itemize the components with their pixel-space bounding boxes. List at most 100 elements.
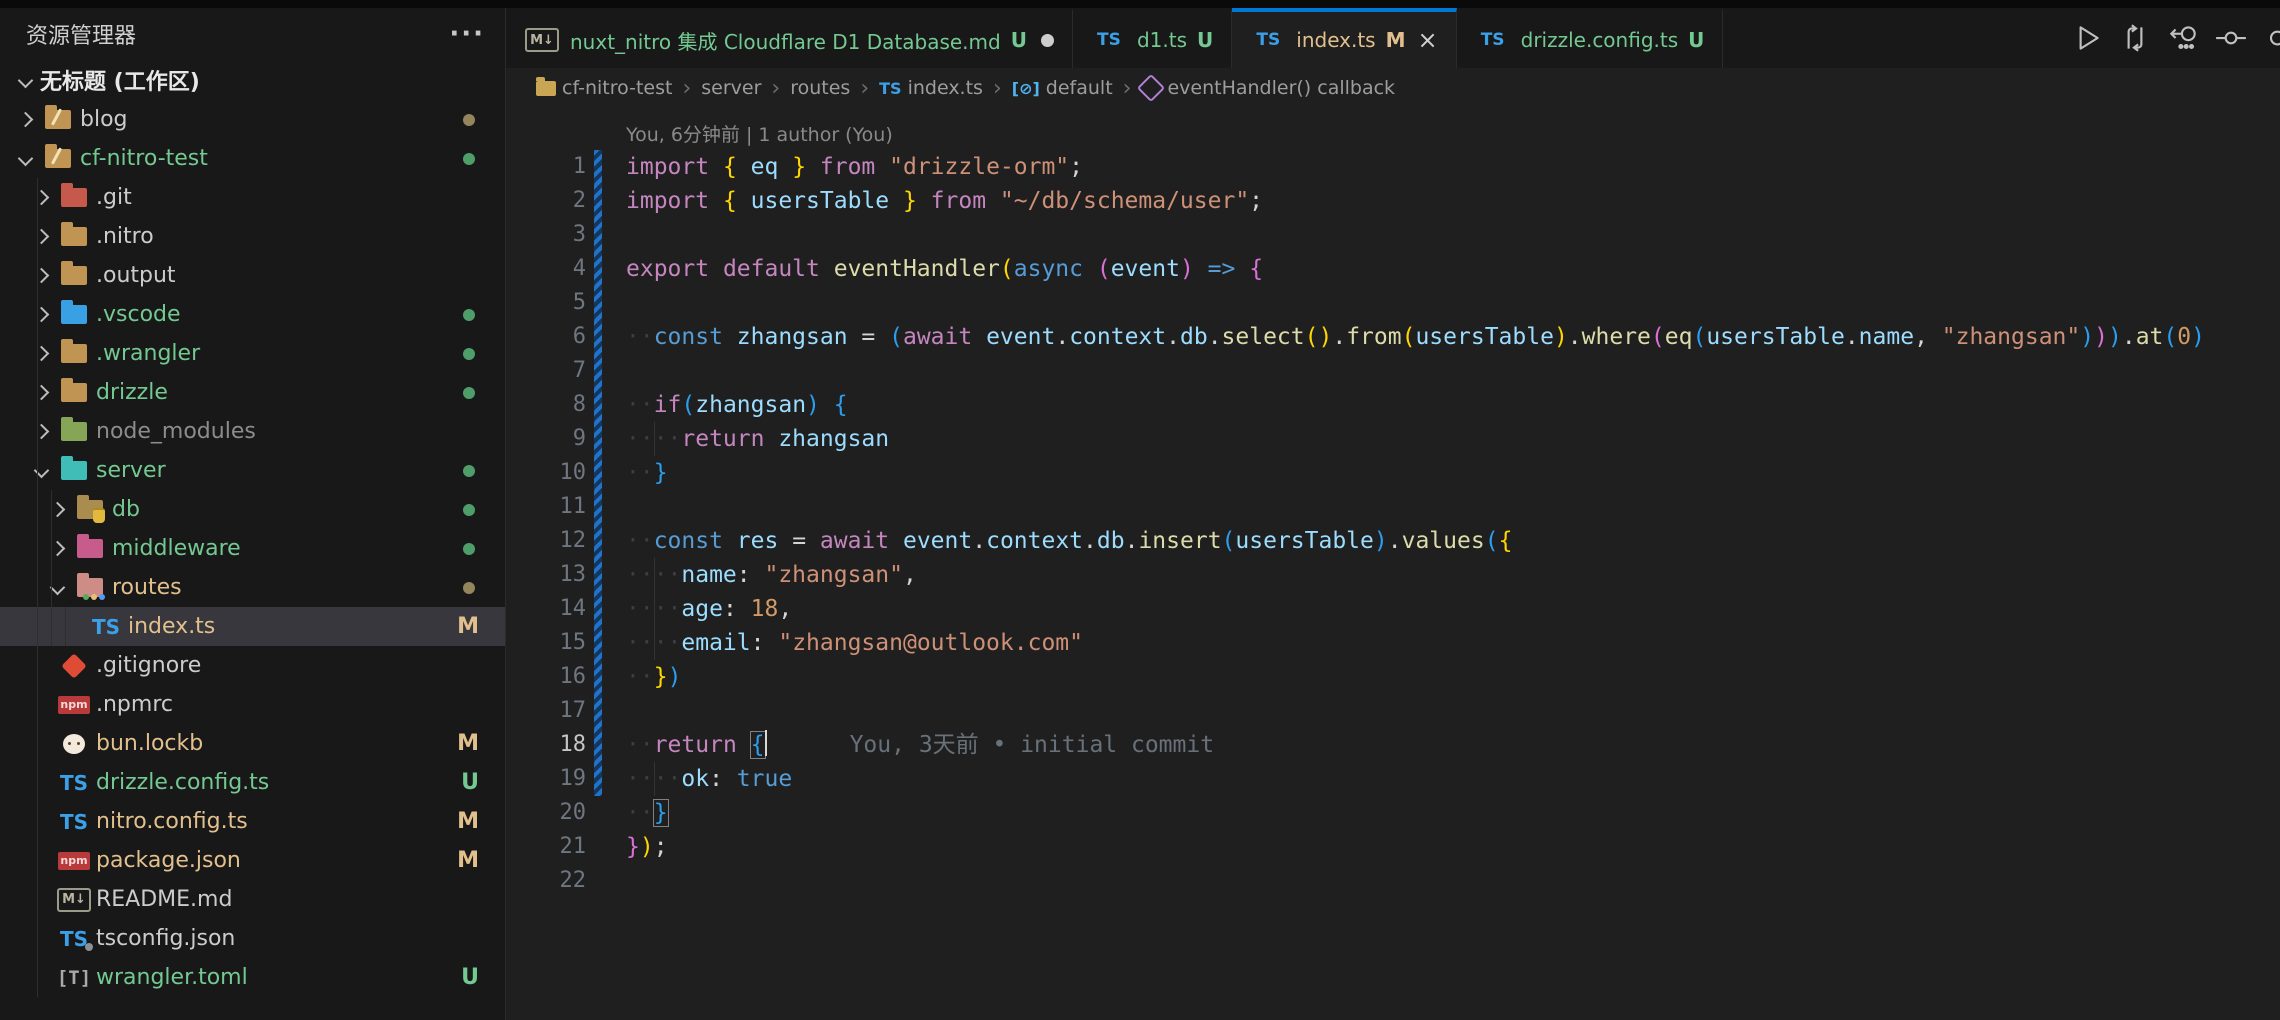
tree-item-label: blog xyxy=(80,107,463,132)
toml-icon: [T] xyxy=(56,967,92,989)
code-line[interactable]: 18··return { You, 3天前 • initial commit xyxy=(506,728,2280,762)
chevron-down-icon xyxy=(10,75,40,86)
tab-label: drizzle.config.ts xyxy=(1521,28,1679,52)
code-line[interactable]: 17 xyxy=(506,694,2280,728)
workspace-header[interactable]: 无标题 (工作区) xyxy=(0,60,505,100)
tree-item--git[interactable]: .git xyxy=(0,178,505,217)
tree-indent-guide xyxy=(65,607,66,646)
breadcrumb-separator: › xyxy=(860,76,869,101)
tree-item-readme-md[interactable]: M↓README.md xyxy=(0,880,505,919)
tree-item-label: index.ts xyxy=(128,614,457,639)
code-line[interactable]: 6··const zhangsan = (await event.context… xyxy=(506,320,2280,354)
code-text xyxy=(602,694,2280,728)
code-lines: 1import { eq } from "drizzle-orm";2impor… xyxy=(506,150,2280,898)
tree-item-nitro-config-ts[interactable]: TSnitro.config.tsM xyxy=(0,802,505,841)
code-line[interactable]: 3 xyxy=(506,218,2280,252)
tree-item-db[interactable]: db xyxy=(0,490,505,529)
code-line[interactable]: 10··} xyxy=(506,456,2280,490)
gutter-modified-indicator xyxy=(594,354,602,388)
bun-icon xyxy=(56,734,92,754)
breadcrumb-folder[interactable]: cf-nitro-test xyxy=(536,77,672,99)
tree-item-package-json[interactable]: npmpackage.jsonM xyxy=(0,841,505,880)
tab-d1-ts[interactable]: TSd1.tsU xyxy=(1073,8,1232,68)
code-editor[interactable]: You, 6分钟前 | 1 author (You) 1import { eq … xyxy=(506,108,2280,1020)
code-line[interactable]: 7 xyxy=(506,354,2280,388)
tree-item-bun-lockb[interactable]: bun.lockbM xyxy=(0,724,505,763)
code-line[interactable]: 21}); xyxy=(506,830,2280,864)
code-line[interactable]: 22 xyxy=(506,864,2280,898)
tree-item-tsconfig-json[interactable]: TStsconfig.json xyxy=(0,919,505,958)
tree-item--output[interactable]: .output xyxy=(0,256,505,295)
breadcrumb-separator: › xyxy=(771,76,780,101)
tree-item-routes[interactable]: routes xyxy=(0,568,505,607)
gutter-modified-indicator xyxy=(594,728,602,762)
tree-item-wrangler-toml[interactable]: [T]wrangler.tomlU xyxy=(0,958,505,997)
code-line[interactable]: 14····age: 18, xyxy=(506,592,2280,626)
code-line[interactable]: 11 xyxy=(506,490,2280,524)
ts-icon: TS xyxy=(56,810,92,834)
git-status-badge: U xyxy=(1197,28,1213,52)
tab-nuxt-nitro----cloudflare-d1-database-md[interactable]: M↓nuxt_nitro 集成 Cloudflare D1 Database.m… xyxy=(506,8,1073,68)
symbol-default-icon: [⊘] xyxy=(1012,79,1040,98)
code-line[interactable]: 1import { eq } from "drizzle-orm"; xyxy=(506,150,2280,184)
tab-index-ts[interactable]: TSindex.tsM× xyxy=(1232,8,1456,68)
code-line[interactable]: 2import { usersTable } from "~/db/schema… xyxy=(506,184,2280,218)
code-line[interactable]: 20··} xyxy=(506,796,2280,830)
ellipsis-menu-icon[interactable]: ··· xyxy=(449,19,485,49)
tree-item--nitro[interactable]: .nitro xyxy=(0,217,505,256)
code-line[interactable]: 12··const res = await event.context.db.i… xyxy=(506,524,2280,558)
line-number: 20 xyxy=(506,796,586,830)
tree-item-middleware[interactable]: middleware xyxy=(0,529,505,568)
git-status-dot xyxy=(463,153,475,165)
line-number: 21 xyxy=(506,830,586,864)
code-text xyxy=(602,864,2280,898)
breadcrumb-server[interactable]: server xyxy=(701,77,761,99)
breadcrumb-symbol-callback[interactable]: eventHandler() callback xyxy=(1141,77,1395,99)
line-number: 22 xyxy=(506,864,586,898)
code-line[interactable]: 19····ok: true xyxy=(506,762,2280,796)
tree-item-drizzle[interactable]: drizzle xyxy=(0,373,505,412)
line-number: 9 xyxy=(506,422,586,456)
code-line[interactable]: 8··if(zhangsan) { xyxy=(506,388,2280,422)
tree-item-blog[interactable]: blog xyxy=(0,100,505,139)
clipped-icon[interactable] xyxy=(2262,21,2280,55)
gutter-modified-indicator xyxy=(594,490,602,524)
close-icon[interactable]: × xyxy=(1418,26,1438,54)
folder-icon xyxy=(40,149,76,168)
tree-item--npmrc[interactable]: npm.npmrc xyxy=(0,685,505,724)
codelens-authors[interactable]: You, 6分钟前 | 1 author (You) xyxy=(626,120,2280,148)
tree-item--gitignore[interactable]: .gitignore xyxy=(0,646,505,685)
tree-item-node-modules[interactable]: node_modules xyxy=(0,412,505,451)
breadcrumb-routes[interactable]: routes xyxy=(790,77,850,99)
ts-icon: TS xyxy=(1091,30,1127,50)
tree-item--vscode[interactable]: .vscode xyxy=(0,295,505,334)
tree-item-label: .output xyxy=(96,263,505,288)
gutter-modified-indicator xyxy=(594,524,602,558)
compare-changes-icon[interactable] xyxy=(2118,21,2152,55)
tree-item--wrangler[interactable]: .wrangler xyxy=(0,334,505,373)
breadcrumb-symbol-default[interactable]: [⊘]default xyxy=(1012,77,1113,99)
toggle-annotations-icon[interactable] xyxy=(2166,21,2200,55)
line-number: 18 xyxy=(506,728,586,762)
chevron-down-icon xyxy=(26,465,56,476)
commit-node-icon[interactable] xyxy=(2214,21,2248,55)
breadcrumb-file[interactable]: TSindex.ts xyxy=(879,77,983,99)
chevron-right-icon xyxy=(26,231,56,242)
tree-item-drizzle-config-ts[interactable]: TSdrizzle.config.tsU xyxy=(0,763,505,802)
folder-shape xyxy=(77,539,103,558)
code-line[interactable]: 4export default eventHandler(async (even… xyxy=(506,252,2280,286)
gear-icon xyxy=(85,943,93,951)
code-line[interactable]: 13····name: "zhangsan", xyxy=(506,558,2280,592)
line-number: 13 xyxy=(506,558,586,592)
tab-drizzle-config-ts[interactable]: TSdrizzle.config.tsU xyxy=(1457,8,1724,68)
npm-icon: npm xyxy=(56,696,92,714)
code-line[interactable]: 16··}) xyxy=(506,660,2280,694)
tree-item-cf-nitro-test[interactable]: cf-nitro-test xyxy=(0,139,505,178)
code-line[interactable]: 5 xyxy=(506,286,2280,320)
code-line[interactable]: 9····return zhangsan xyxy=(506,422,2280,456)
run-button[interactable] xyxy=(2070,21,2104,55)
code-line[interactable]: 15····email: "zhangsan@outlook.com" xyxy=(506,626,2280,660)
code-text xyxy=(602,218,2280,252)
tree-item-index-ts[interactable]: TSindex.tsM xyxy=(0,607,505,646)
tree-item-server[interactable]: server xyxy=(0,451,505,490)
